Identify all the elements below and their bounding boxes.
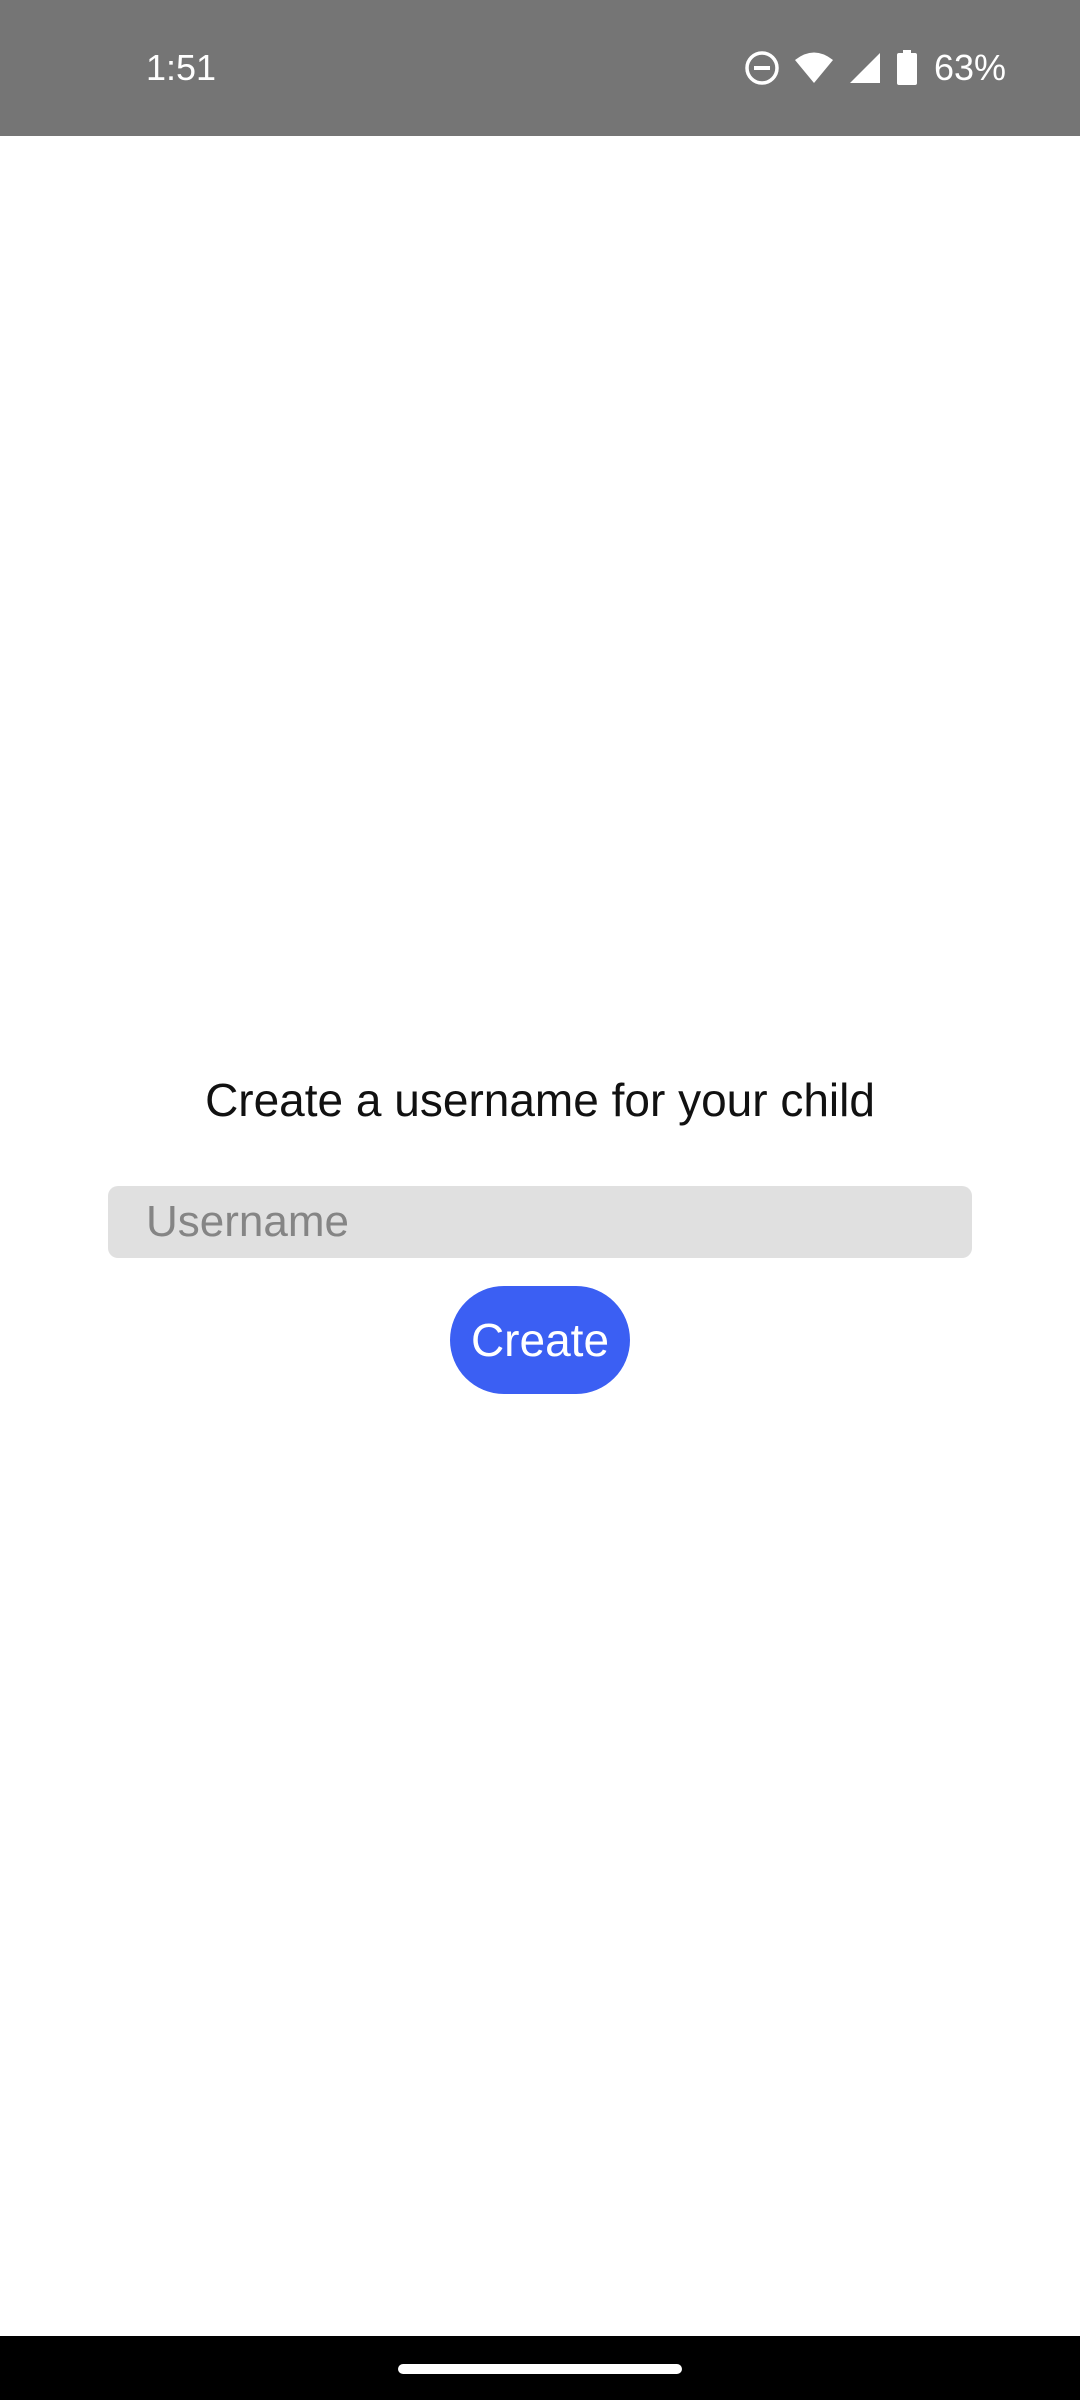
do-not-disturb-icon: [744, 50, 780, 86]
page-title: Create a username for your child: [205, 1074, 875, 1126]
username-input[interactable]: [108, 1186, 972, 1258]
create-button[interactable]: Create: [450, 1286, 630, 1394]
battery-percentage: 63%: [933, 47, 1006, 88]
home-gesture-handle[interactable]: [398, 2364, 682, 2374]
main-content: Create a username for your child Create: [0, 136, 1080, 2336]
status-bar: 1:51 63%: [0, 0, 1080, 136]
cellular-signal-icon: [848, 51, 882, 85]
battery-icon: [896, 50, 918, 86]
status-icons: 63%: [744, 44, 1006, 92]
navigation-bar: [0, 2336, 1080, 2400]
status-time: 1:51: [146, 47, 217, 88]
wifi-icon: [794, 51, 834, 85]
